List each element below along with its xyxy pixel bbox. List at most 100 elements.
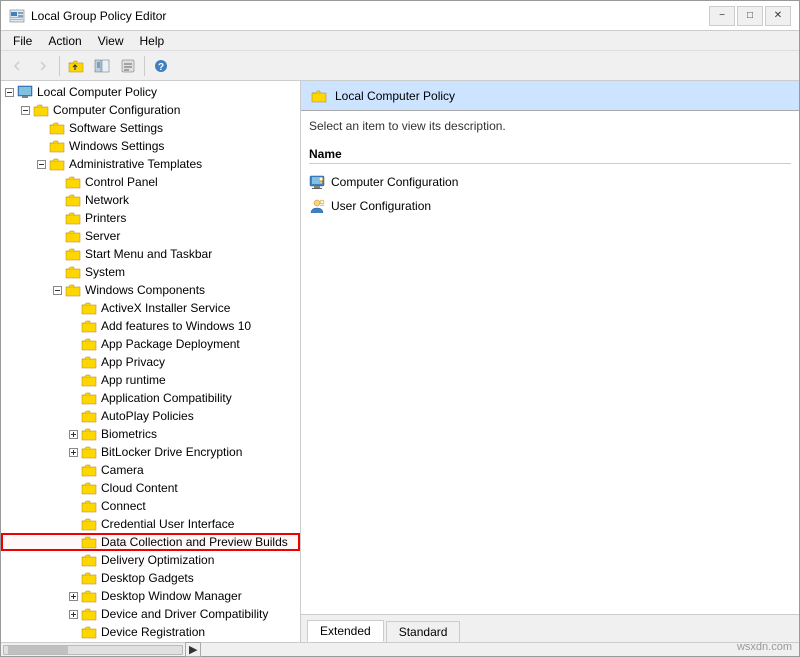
folder-icon-app_package xyxy=(81,336,97,352)
folder-icon-desktop_gadgets xyxy=(81,570,97,586)
tree-node-software_settings[interactable]: Software Settings xyxy=(1,119,300,137)
policy-item-user-config[interactable]: User Configuration xyxy=(309,196,791,216)
tree-label-add_features: Add features to Windows 10 xyxy=(99,319,251,333)
folder-icon-software_settings xyxy=(49,120,65,136)
tree-node-camera[interactable]: Camera xyxy=(1,461,300,479)
user-config-icon xyxy=(309,198,325,214)
tree-label-credential_ui: Credential User Interface xyxy=(99,517,234,531)
folder-up-button[interactable] xyxy=(64,54,88,78)
tree-node-connect[interactable]: Connect xyxy=(1,497,300,515)
toolbar-separator-1 xyxy=(59,56,60,76)
toolbar: ? xyxy=(1,51,799,81)
folder-icon-device_driver xyxy=(81,606,97,622)
tree-label-admin_templates: Administrative Templates xyxy=(67,157,202,171)
menu-help[interactable]: Help xyxy=(132,32,173,50)
tree-node-system[interactable]: System xyxy=(1,263,300,281)
right-pane: Local Computer Policy Select an item to … xyxy=(301,81,799,642)
left-pane[interactable]: Local Computer Policy Computer Configurat… xyxy=(1,81,301,642)
folder-icon-app_privacy xyxy=(81,354,97,370)
folder-icon-desktop_wm xyxy=(81,588,97,604)
tree-node-add_features[interactable]: Add features to Windows 10 xyxy=(1,317,300,335)
tree-label-computer_config: Computer Configuration xyxy=(51,103,180,117)
tree-node-printers[interactable]: Printers xyxy=(1,209,300,227)
tree-label-biometrics: Biometrics xyxy=(99,427,157,441)
tree-label-connect: Connect xyxy=(99,499,146,513)
window-title: Local Group Policy Editor xyxy=(31,9,166,23)
menu-file[interactable]: File xyxy=(5,32,40,50)
tree-node-device_reg[interactable]: Device Registration xyxy=(1,623,300,641)
minimize-button[interactable]: − xyxy=(709,6,735,26)
tab-extended[interactable]: Extended xyxy=(307,620,384,642)
horizontal-scrollbar[interactable] xyxy=(3,645,183,655)
close-button[interactable]: ✕ xyxy=(765,6,791,26)
tree-label-delivery_opt: Delivery Optimization xyxy=(99,553,214,567)
tree-label-system: System xyxy=(83,265,125,279)
folder-icon-system xyxy=(65,264,81,280)
folder-icon-biometrics xyxy=(81,426,97,442)
tree-label-control_panel: Control Panel xyxy=(83,175,158,189)
folder-icon-printers xyxy=(65,210,81,226)
tree-node-admin_templates[interactable]: Administrative Templates xyxy=(1,155,300,173)
tree-node-activex[interactable]: ActiveX Installer Service xyxy=(1,299,300,317)
right-pane-description: Select an item to view its description. xyxy=(309,119,791,133)
tree-node-credential_ui[interactable]: Credential User Interface xyxy=(1,515,300,533)
tree-node-windows_settings[interactable]: Windows Settings xyxy=(1,137,300,155)
tree-node-cloud_content[interactable]: Cloud Content xyxy=(1,479,300,497)
folder-icon-connect xyxy=(81,498,97,514)
tree-node-start_menu[interactable]: Start Menu and Taskbar xyxy=(1,245,300,263)
tree-label-start_menu: Start Menu and Taskbar xyxy=(83,247,212,261)
tree-label-bitlocker: BitLocker Drive Encryption xyxy=(99,445,242,459)
folder-icon-computer_config xyxy=(33,102,49,118)
tree-label-device_reg: Device Registration xyxy=(99,625,205,639)
tree-node-app_package[interactable]: App Package Deployment xyxy=(1,335,300,353)
tree-label-windows_settings: Windows Settings xyxy=(67,139,164,153)
tree-node-device_driver[interactable]: Device and Driver Compatibility xyxy=(1,605,300,623)
tree-node-app_privacy[interactable]: App Privacy xyxy=(1,353,300,371)
tree-node-biometrics[interactable]: Biometrics xyxy=(1,425,300,443)
tree-node-control_panel[interactable]: Control Panel xyxy=(1,173,300,191)
tree-node-digital_locker[interactable]: Digital Locker xyxy=(1,641,300,642)
properties-button[interactable] xyxy=(116,54,140,78)
tree-node-windows_components[interactable]: Windows Components xyxy=(1,281,300,299)
svg-text:?: ? xyxy=(158,62,164,73)
tree-node-server[interactable]: Server xyxy=(1,227,300,245)
tree-node-desktop_wm[interactable]: Desktop Window Manager xyxy=(1,587,300,605)
help-button[interactable]: ? xyxy=(149,54,173,78)
tree-node-app_runtime[interactable]: App runtime xyxy=(1,371,300,389)
tree-label-software_settings: Software Settings xyxy=(67,121,163,135)
folder-icon-cloud_content xyxy=(81,480,97,496)
policy-item-computer-config[interactable]: Computer Configuration xyxy=(309,172,791,192)
tree-node-autoplay[interactable]: AutoPlay Policies xyxy=(1,407,300,425)
menu-action[interactable]: Action xyxy=(40,32,89,50)
tree-node-app_compat[interactable]: Application Compatibility xyxy=(1,389,300,407)
right-pane-title: Local Computer Policy xyxy=(335,89,455,103)
tree-label-data_collection: Data Collection and Preview Builds xyxy=(99,535,288,549)
tree-node-desktop_gadgets[interactable]: Desktop Gadgets xyxy=(1,569,300,587)
maximize-button[interactable]: □ xyxy=(737,6,763,26)
tree-container: Local Computer Policy Computer Configurat… xyxy=(1,81,300,642)
menu-bar: File Action View Help xyxy=(1,31,799,51)
tree-node-local_computer_policy[interactable]: Local Computer Policy xyxy=(1,83,300,101)
show-hide-console-tree-button[interactable] xyxy=(90,54,114,78)
title-bar: Local Group Policy Editor − □ ✕ xyxy=(1,1,799,31)
tree-node-network[interactable]: Network xyxy=(1,191,300,209)
tab-standard[interactable]: Standard xyxy=(386,621,461,642)
folder-icon-windows_settings xyxy=(49,138,65,154)
bottom-tabs: Extended Standard xyxy=(301,614,799,642)
tree-node-delivery_opt[interactable]: Delivery Optimization xyxy=(1,551,300,569)
menu-view[interactable]: View xyxy=(90,32,132,50)
tree-node-computer_config[interactable]: Computer Configuration xyxy=(1,101,300,119)
status-bar: ▶ xyxy=(1,642,799,656)
folder-icon-admin_templates xyxy=(49,156,65,172)
folder-icon-delivery_opt xyxy=(81,552,97,568)
tree-label-server: Server xyxy=(83,229,120,243)
forward-button[interactable] xyxy=(31,54,55,78)
folder-icon-credential_ui xyxy=(81,516,97,532)
folder-icon-app_compat xyxy=(81,390,97,406)
tree-node-bitlocker[interactable]: BitLocker Drive Encryption xyxy=(1,443,300,461)
right-pane-header-icon xyxy=(311,88,327,104)
right-pane-header: Local Computer Policy xyxy=(301,81,799,111)
tree-node-data_collection[interactable]: Data Collection and Preview Builds xyxy=(1,533,300,551)
scroll-right-button[interactable]: ▶ xyxy=(185,642,201,657)
back-button[interactable] xyxy=(5,54,29,78)
